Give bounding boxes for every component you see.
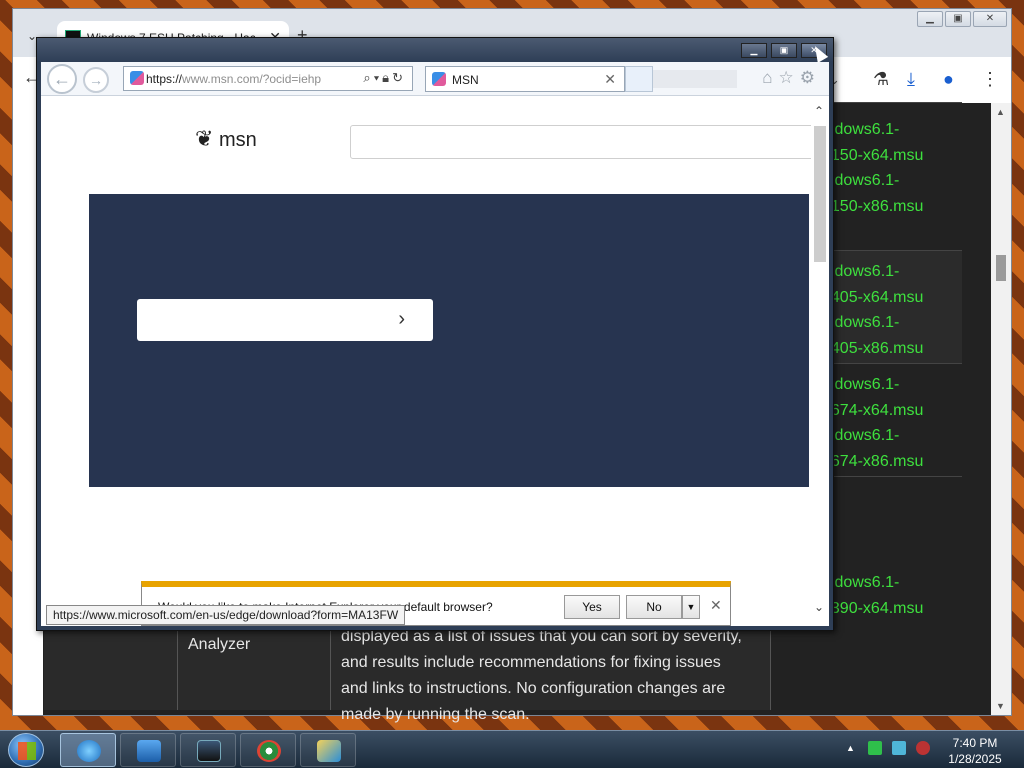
- kb-link-text[interactable]: indows6.1-: [822, 259, 962, 285]
- scroll-up-icon[interactable]: ⌃: [814, 104, 824, 118]
- kb-link-text[interactable]: 4674-x86.msu: [822, 449, 962, 475]
- description-line: and links to instructions. No configurat…: [341, 680, 726, 697]
- chrome-icon: [257, 740, 281, 762]
- status-bar-url: https://www.microsoft.com/en-us/edge/dow…: [46, 605, 406, 625]
- ie-navigation-bar: ← → https://www.msn.com/?ocid=iehp ⌕▾🔒︎↻…: [41, 62, 829, 96]
- table-cell: [44, 620, 178, 710]
- url-host: www.msn.com: [182, 72, 260, 86]
- taskbar-windows-update-button[interactable]: [300, 733, 356, 767]
- msn-logo[interactable]: ❦ msn: [195, 126, 257, 152]
- chrome-menu-icon[interactable]: ⋮: [981, 69, 999, 90]
- scroll-down-icon[interactable]: ⌄: [814, 600, 824, 614]
- profile-avatar-icon[interactable]: ●: [943, 69, 954, 90]
- internet-explorer-window: ▁ ▣ ✕ ← → https://www.msn.com/?ocid=iehp…: [36, 37, 834, 631]
- description-line: and results include recommendations for …: [341, 654, 721, 671]
- no-button[interactable]: No: [626, 595, 682, 619]
- show-hidden-icons-icon[interactable]: ▲: [846, 743, 855, 753]
- chrome-scrollbar[interactable]: ▲ ▼: [991, 103, 1011, 715]
- ie-address-bar[interactable]: https://www.msn.com/?ocid=iehp ⌕▾🔒︎↻: [123, 66, 413, 91]
- kb-link-text[interactable]: 4150-x64.msu: [822, 143, 962, 169]
- scroll-down-icon[interactable]: ▼: [996, 701, 1005, 711]
- network-icon[interactable]: [892, 741, 906, 755]
- ie-maximize-button[interactable]: ▣: [771, 43, 797, 58]
- settings-gear-icon[interactable]: ⚙: [800, 68, 821, 87]
- msn-butterfly-icon: ❦: [195, 126, 214, 151]
- windows-update-icon: [317, 740, 341, 762]
- dropdown-icon[interactable]: ▾: [374, 70, 382, 85]
- kb-link-text[interactable]: indows6.1-: [822, 570, 962, 596]
- chrome-close-button[interactable]: ✕: [973, 11, 1007, 27]
- ie-scrollbar[interactable]: ⌃ ⌄: [811, 96, 829, 626]
- ie-forward-button[interactable]: →: [83, 67, 109, 93]
- msn-logo-text: msn: [219, 129, 257, 151]
- ie-new-tab-button[interactable]: [625, 66, 653, 92]
- chrome-minimize-button[interactable]: ▁: [917, 11, 943, 27]
- kb-link-text[interactable]: 4674-x64.msu: [822, 398, 962, 424]
- search-icon[interactable]: ⌕: [363, 70, 373, 85]
- url-scheme: https://: [146, 72, 183, 86]
- msn-hero-banner: ›: [89, 194, 809, 487]
- ie-blank-tab-area: [653, 70, 737, 88]
- ie-page-content: ❦ msn › ⌃ ⌄ Would you like to make Inter…: [41, 96, 829, 626]
- table-cell: displayed as a list of issues that you c…: [331, 620, 771, 723]
- yes-button[interactable]: Yes: [564, 595, 620, 619]
- address-bar-icons: ⌕▾🔒︎↻: [363, 70, 406, 86]
- kb-link-text[interactable]: 4405-x64.msu: [822, 285, 962, 311]
- kb-link-text[interactable]: 4405-x86.msu: [822, 336, 962, 362]
- start-button[interactable]: [8, 733, 44, 767]
- clock-date: 1/28/2025: [948, 752, 1002, 766]
- kb-link-text[interactable]: indows6.1-: [822, 372, 962, 398]
- favorites-star-icon[interactable]: ☆: [779, 68, 800, 87]
- url-path: /?ocid=iehp: [259, 72, 322, 86]
- ie-title-bar[interactable]: ▁ ▣ ✕: [37, 38, 833, 62]
- taskbar-explorer-button[interactable]: [120, 733, 176, 767]
- msn-search-input[interactable]: [350, 125, 820, 159]
- file-explorer-icon: [137, 740, 161, 762]
- tool-name-label: Analyzer: [188, 636, 251, 653]
- chrome-maximize-button[interactable]: ▣: [945, 11, 971, 27]
- taskbar-ie-button[interactable]: [60, 733, 116, 767]
- ie-toolbar-icons: ⌂☆⚙: [762, 68, 821, 88]
- internet-explorer-icon: [77, 740, 101, 762]
- kb-link-text[interactable]: indows6.1-: [822, 423, 962, 449]
- kb-link-text[interactable]: 4150-x86.msu: [822, 194, 962, 220]
- labs-flask-icon[interactable]: ⚗: [873, 69, 889, 90]
- kb-link-text[interactable]: indows6.1-: [822, 117, 962, 143]
- media-player-icon: [197, 740, 221, 762]
- tool-description-table: Analyzer displayed as a list of issues t…: [44, 620, 984, 723]
- table-cell: Analyzer: [178, 620, 331, 710]
- action-center-flag-icon[interactable]: [868, 741, 882, 755]
- scroll-thumb[interactable]: [814, 126, 826, 262]
- refresh-icon[interactable]: ↻: [392, 70, 406, 85]
- windows-logo-icon: [18, 742, 36, 760]
- download-icon[interactable]: ⤓: [907, 69, 915, 90]
- close-tab-icon[interactable]: ✕: [604, 71, 616, 88]
- volume-muted-icon[interactable]: [916, 741, 930, 755]
- chevron-right-icon: ›: [398, 308, 405, 330]
- ie-back-button[interactable]: ←: [47, 64, 77, 94]
- msn-favicon-icon: [432, 72, 446, 86]
- kb-link-text[interactable]: indows6.1-: [822, 168, 962, 194]
- ie-minimize-button[interactable]: ▁: [741, 43, 767, 58]
- taskbar: ▲ 7:40 PM 1/28/2025: [0, 730, 1024, 768]
- no-options-dropdown[interactable]: ▼: [682, 595, 700, 619]
- taskbar-media-player-button[interactable]: [180, 733, 236, 767]
- kb-link-text[interactable]: 1390-x64.msu: [822, 596, 962, 622]
- system-clock[interactable]: 7:40 PM 1/28/2025: [940, 735, 1010, 767]
- tool-description-text: displayed as a list of issues that you c…: [341, 624, 761, 728]
- taskbar-chrome-button[interactable]: [240, 733, 296, 767]
- description-line: made by running the scan.: [341, 706, 530, 723]
- ie-tab-title: MSN: [452, 73, 479, 87]
- address-url[interactable]: https://www.msn.com/?ocid=iehp: [146, 72, 321, 86]
- clock-time: 7:40 PM: [952, 736, 998, 750]
- scroll-thumb[interactable]: [996, 255, 1006, 281]
- kb-link-text[interactable]: indows6.1-: [822, 310, 962, 336]
- hero-action-button[interactable]: ›: [137, 299, 433, 341]
- lock-icon[interactable]: 🔒︎: [382, 70, 392, 85]
- close-notification-icon[interactable]: ✕: [710, 597, 722, 614]
- ie-tab-msn[interactable]: MSN ✕: [425, 66, 625, 92]
- home-icon[interactable]: ⌂: [762, 68, 778, 87]
- scroll-up-icon[interactable]: ▲: [996, 107, 1005, 117]
- msn-favicon-icon: [130, 71, 144, 85]
